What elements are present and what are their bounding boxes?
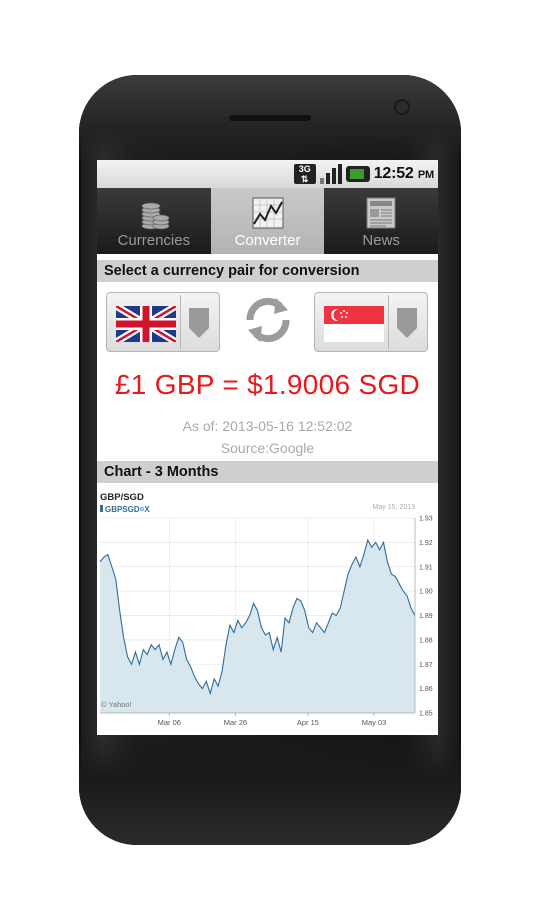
network-3g-icon: 3G ⇅ (293, 164, 316, 184)
dropdown-arrow-icon (397, 308, 417, 338)
tab-currencies[interactable]: Currencies (97, 188, 211, 254)
y-tick-label: 1.93 (419, 516, 433, 523)
y-tick-label: 1.92 (419, 540, 433, 547)
tab-converter[interactable]: Converter (210, 188, 325, 254)
selector-divider (388, 295, 389, 349)
tab-bar: Currencies Converter News (97, 188, 438, 254)
from-currency-selector[interactable] (106, 292, 220, 352)
x-tick-label: Apr 15 (297, 718, 319, 727)
app-screen: 3G ⇅ 12:52 PM Currencies Converter News … (97, 160, 438, 735)
tab-label: Converter (234, 232, 301, 249)
converter-section-header: Select a currency pair for conversion (97, 260, 438, 282)
phone-bottom-bezel (79, 735, 461, 845)
chart-credit: © Yahoo! (101, 700, 132, 709)
clock-ampm: PM (417, 169, 434, 181)
coins-icon (141, 202, 170, 230)
y-tick-label: 1.89 (419, 613, 433, 620)
chart-legend: GBPSGD=X (105, 505, 150, 514)
tab-label: Currencies (117, 232, 191, 249)
x-tick-label: May 03 (362, 718, 387, 727)
clock-time: 12:52 (373, 165, 414, 182)
chart-date-label: May 15, 2013 (373, 504, 416, 511)
signal-icon (319, 164, 342, 184)
selector-divider (180, 295, 181, 349)
to-currency-selector[interactable] (314, 292, 428, 352)
newspaper-icon (366, 197, 396, 229)
conversion-rate: £1 GBP = $1.9006 SGD (114, 369, 421, 400)
uk-flag-icon (116, 306, 176, 342)
y-tick-label: 1.88 (419, 637, 433, 644)
status-clock: 12:52 PM (374, 165, 434, 183)
chart-section-header: Chart - 3 Months (97, 461, 438, 483)
tab-news[interactable]: News (324, 188, 438, 254)
y-tick-label: 1.86 (419, 686, 433, 693)
rate-source: Source:Google (220, 440, 315, 456)
y-tick-label: 1.87 (419, 662, 433, 669)
tab-label: News (362, 232, 400, 249)
y-tick-label: 1.91 (419, 564, 433, 571)
battery-icon (345, 166, 370, 182)
dropdown-arrow-icon (189, 308, 209, 338)
x-tick-label: Mar 26 (224, 718, 247, 727)
y-tick-label: 1.85 (419, 711, 433, 718)
legend-swatch (100, 505, 103, 512)
x-tick-label: Mar 06 (158, 718, 181, 727)
y-tick-label: 1.90 (419, 589, 433, 596)
chart-title: GBP/SGD (100, 492, 144, 503)
rate-timestamp: As of: 2013-05-16 12:52:02 (182, 418, 353, 434)
status-bar: 3G ⇅ 12:52 PM (97, 160, 438, 188)
singapore-flag-icon (324, 306, 384, 342)
exchange-rate-chart: GBP/SGD GBPSGD=X May 15, 2013 1.93 1.92 1.… (97, 485, 438, 735)
swap-currencies-icon[interactable] (242, 294, 294, 346)
front-camera (396, 101, 408, 113)
earpiece-speaker (229, 115, 311, 121)
chart-icon (252, 197, 283, 229)
